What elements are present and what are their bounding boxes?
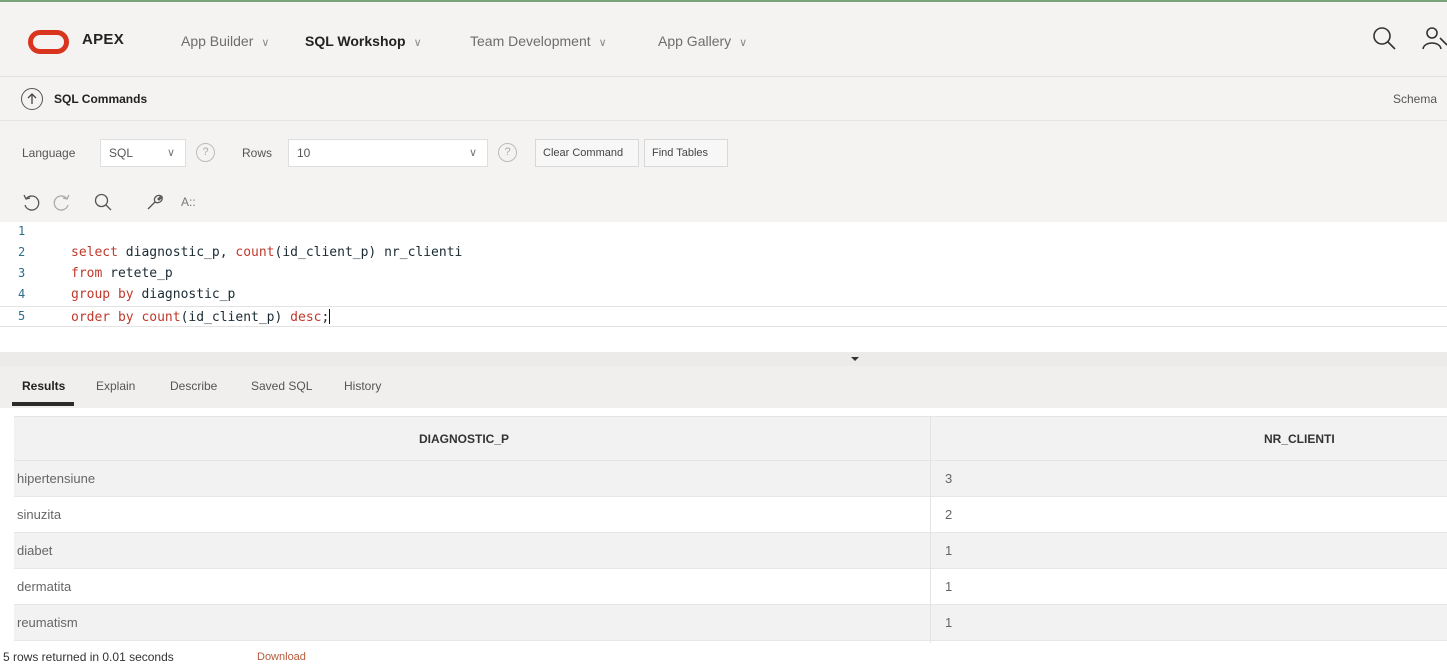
rows-select[interactable]: 10 ∨ (288, 139, 488, 167)
undo-icon[interactable] (21, 192, 41, 212)
table-header: DIAGNOSTIC_P NR_CLIENTI (14, 416, 1447, 461)
rows-help-icon[interactable]: ? (498, 143, 517, 162)
chevron-down-icon: ∨ (261, 37, 270, 49)
chevron-down-icon: ∨ (413, 37, 422, 49)
command-options-bar: Language SQL ∨ ? Rows 10 ∨ ? Clear Comma… (0, 120, 1447, 182)
text-cursor (329, 309, 331, 324)
table-row: dermatita 1 (14, 569, 1447, 605)
format-icon[interactable]: A:: (181, 195, 196, 209)
chevron-down-icon: ∨ (598, 37, 607, 49)
chevron-down-icon: ∨ (468, 147, 477, 159)
rows-returned-status: 5 rows returned in 0.01 seconds (3, 650, 174, 664)
sql-code-editor[interactable]: 1 2 select diagnostic_p, count(id_client… (0, 222, 1447, 352)
navigate-up-button[interactable] (21, 88, 43, 110)
tab-history[interactable]: History (344, 379, 381, 393)
results-tabs: Results Explain Describe Saved SQL Histo… (0, 366, 1447, 408)
nav-sql-workshop[interactable]: SQL Workshop ∨ (305, 33, 422, 49)
chevron-down-icon: ∨ (166, 147, 175, 159)
tab-describe[interactable]: Describe (170, 379, 217, 393)
apex-brand[interactable]: APEX (82, 31, 124, 48)
collapse-arrow-icon[interactable] (851, 357, 859, 361)
find-tables-button[interactable]: Find Tables (644, 139, 728, 167)
table-row: diabet 1 (14, 533, 1447, 569)
clear-command-button[interactable]: Clear Command (535, 139, 639, 167)
arrow-up-icon (27, 93, 37, 104)
top-navigation-bar: APEX App Builder ∨ SQL Workshop ∨ Team Dev… (0, 0, 1447, 76)
download-link[interactable]: Download (257, 651, 306, 663)
editor-results-splitter[interactable] (0, 352, 1447, 366)
editor-toolbar: A:: (0, 182, 1447, 222)
search-icon[interactable] (1370, 24, 1398, 52)
rows-label: Rows (242, 146, 273, 160)
table-row: reumatism 1 (14, 605, 1447, 641)
nav-app-gallery[interactable]: App Gallery ∨ (658, 33, 747, 49)
schema-label[interactable]: Schema (1393, 92, 1437, 106)
tab-explain[interactable]: Explain (96, 379, 135, 393)
page-title: SQL Commands (54, 92, 148, 106)
nav-team-development[interactable]: Team Development ∨ (470, 33, 607, 49)
language-help-icon[interactable]: ? (196, 143, 215, 162)
active-tab-indicator (12, 402, 74, 406)
table-row: sinuzita 2 (14, 497, 1447, 533)
table-row: hipertensiune 3 (14, 461, 1447, 497)
code-line: 3 from retete_p (18, 266, 173, 281)
language-select[interactable]: SQL ∨ (100, 139, 186, 167)
column-header-diagnostic-p[interactable]: DIAGNOSTIC_P (419, 432, 509, 446)
tab-saved-sql[interactable]: Saved SQL (251, 379, 312, 393)
page-header: SQL Commands Schema (0, 76, 1447, 120)
column-divider (930, 416, 931, 643)
code-line: 4 group by diagnostic_p (18, 287, 236, 302)
language-label: Language (22, 146, 76, 160)
tab-results[interactable]: Results (22, 379, 65, 393)
user-icon[interactable] (1420, 24, 1447, 52)
wrench-icon[interactable] (145, 192, 165, 212)
code-line: 2 select diagnostic_p, count(id_client_p… (18, 245, 463, 260)
column-header-nr-clienti[interactable]: NR_CLIENTI (1264, 432, 1335, 446)
nav-app-builder[interactable]: App Builder ∨ (181, 33, 269, 49)
find-icon[interactable] (93, 192, 113, 212)
redo-icon[interactable] (52, 192, 72, 212)
oracle-logo-icon[interactable] (28, 30, 69, 54)
code-line-active: 5 order by count(id_client_p) desc; (0, 306, 1447, 327)
code-line: 1 (18, 224, 26, 238)
chevron-down-icon: ∨ (739, 37, 748, 49)
